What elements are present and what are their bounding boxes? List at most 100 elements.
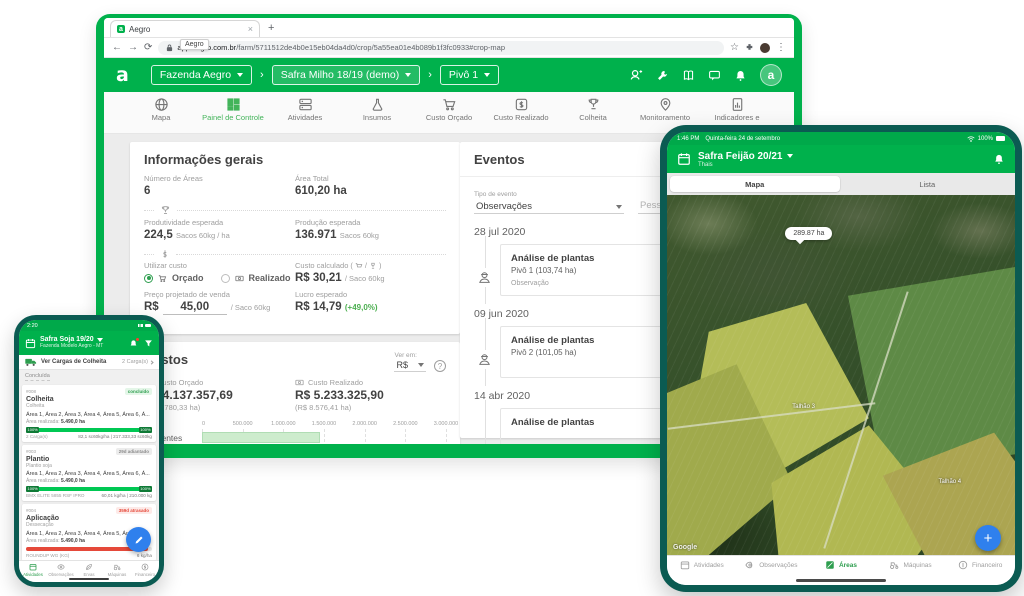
agronomist-icon xyxy=(477,350,492,369)
phone-status-bar: 2:20 xyxy=(19,320,159,331)
radio-realizado[interactable] xyxy=(221,274,230,283)
notifications-bell-icon[interactable] xyxy=(129,339,138,348)
browser-tab[interactable]: a Aegro × xyxy=(110,20,260,37)
activity-subtitle: Plantio soja xyxy=(26,463,152,469)
satellite-map[interactable]: 289.87 ha Talhão 3 Talhão 4 Google + xyxy=(667,195,1015,555)
radio-orcado-label[interactable]: Orçado xyxy=(172,273,204,283)
caret-down-icon xyxy=(418,363,424,367)
num-areas-value: 6 xyxy=(144,185,295,197)
chevron-right-icon: › xyxy=(260,69,264,81)
notifications-bell-icon[interactable] xyxy=(734,69,747,82)
home-indicator xyxy=(796,579,886,583)
tab-atividades[interactable]: Atividades xyxy=(273,97,337,133)
caret-down-icon xyxy=(405,73,411,77)
trophy-icon xyxy=(160,205,171,216)
tab-close-icon[interactable]: × xyxy=(248,25,253,34)
realized-cost-value: R$ 5.233.325,90 xyxy=(295,388,446,402)
calc-cost-label: Custo calculado ( / ) xyxy=(295,261,446,270)
reload-icon[interactable]: ⟳ xyxy=(144,43,152,53)
battery-icon xyxy=(145,324,151,327)
radio-orcado[interactable] xyxy=(144,274,153,283)
area-bubble[interactable]: 289.87 ha xyxy=(785,227,832,240)
eye-icon xyxy=(745,560,755,570)
axis-tick: 2.000.000 xyxy=(352,421,376,427)
radio-realizado-label[interactable]: Realizado xyxy=(249,273,291,283)
calendar-icon[interactable] xyxy=(677,152,691,166)
tab-custo-realizado[interactable]: Custo Realizado xyxy=(489,97,553,133)
dollar-circle-icon xyxy=(141,563,149,571)
tablet-tab-areas[interactable]: Áreas xyxy=(806,560,876,570)
browser-profile-avatar[interactable] xyxy=(760,43,770,53)
status-filter-row: Concluída xyxy=(19,370,159,383)
tab-insumos[interactable]: Insumos xyxy=(345,97,409,133)
segment-mapa[interactable]: Mapa xyxy=(670,176,840,192)
price-input[interactable] xyxy=(163,301,227,315)
forward-icon[interactable]: → xyxy=(128,43,138,53)
activity-footer-right: 82,1 sc60kg/ha | 217.333,33 sc60kg xyxy=(78,434,152,439)
guide-book-icon[interactable] xyxy=(682,69,695,82)
wifi-icon xyxy=(967,136,975,142)
total-area-label: Área Total xyxy=(295,174,446,183)
activity-card-plantio[interactable]: #00329d adiantado Plantio Plantio soja Á… xyxy=(22,445,156,502)
phone-tab-maquinas[interactable]: Máquinas xyxy=(103,563,131,577)
caret-down-icon xyxy=(237,73,243,77)
event-type-select[interactable]: Tipo de evento Observações xyxy=(474,191,624,214)
tablet-tab-atividades[interactable]: Atividades xyxy=(667,560,737,570)
status-badge: 359d atrasado xyxy=(116,507,152,514)
tab-mapa[interactable]: Mapa xyxy=(129,97,193,133)
segment-lista[interactable]: Lista xyxy=(843,176,1013,192)
phone-tab-atividades[interactable]: Atividades xyxy=(19,563,47,577)
chat-icon[interactable] xyxy=(708,69,721,82)
tablet-tab-maquinas[interactable]: Máquinas xyxy=(876,560,946,570)
chart-plot-area: 0 500.000 1.000.000 1.500.000 2.000.000 … xyxy=(202,421,446,444)
tablet-tab-financeiro[interactable]: Financeiro xyxy=(945,560,1015,570)
help-icon[interactable]: ? xyxy=(434,360,446,372)
filter-icon[interactable] xyxy=(144,339,153,348)
productivity-label: Produtividade esperada xyxy=(144,218,295,227)
edit-fab[interactable] xyxy=(126,527,151,552)
calc-cost-value: R$ 30,21 / Saco 60kg xyxy=(295,272,446,284)
status-badge: concluído xyxy=(125,388,152,395)
truck-icon xyxy=(25,358,37,367)
harvest-loads-row[interactable]: Ver Cargas de Colheita 2 Carga(s) xyxy=(19,355,159,370)
add-fab[interactable]: + xyxy=(975,525,1001,551)
breadcrumb-farm-select[interactable]: Fazenda Aegro xyxy=(151,65,252,85)
breadcrumb-field-select[interactable]: Pivô 1 xyxy=(440,65,499,85)
phone-tab-financeiro[interactable]: Financeiro xyxy=(131,563,159,577)
realized-cost-label: Custo Realizado xyxy=(295,378,446,387)
phone-tab-bar: Atividades Observações Ervas Máquinas Fi… xyxy=(19,560,159,582)
browser-menu-icon[interactable]: ⋮ xyxy=(776,43,786,53)
phone-tab-ervas[interactable]: Ervas xyxy=(75,563,103,577)
activity-card-colheita[interactable]: #008concluído Colheita Colheita Área 1, … xyxy=(22,385,156,442)
activity-areas: Área 1, Área 2, Área 3, Área 4, Área 5, … xyxy=(26,471,152,477)
new-tab-button[interactable]: + xyxy=(268,20,274,37)
tab-painel-de-controle[interactable]: Painel de Controle xyxy=(201,97,265,133)
tab-title: Aegro xyxy=(129,25,150,34)
filter-chip-concluida[interactable]: Concluída xyxy=(25,373,50,381)
productivity-value: 224,5 Sacos 60kg / ha xyxy=(144,229,295,241)
notifications-bell-icon[interactable] xyxy=(993,153,1005,165)
tools-wrench-icon[interactable] xyxy=(656,69,669,82)
currency-select[interactable]: R$ xyxy=(394,359,426,372)
extensions-icon[interactable] xyxy=(745,43,754,52)
phone-tab-observacoes[interactable]: Observações xyxy=(47,563,75,577)
back-icon[interactable]: ← xyxy=(112,43,122,53)
tablet-date: Quinta-feira 24 de setembro xyxy=(705,136,780,142)
tractor-icon xyxy=(113,563,121,571)
invite-user-icon[interactable] xyxy=(629,68,643,82)
profile-avatar[interactable]: a xyxy=(760,64,782,86)
calendar-icon[interactable] xyxy=(25,338,36,349)
breadcrumb-crop-select[interactable]: Safra Milho 18/19 (demo) xyxy=(272,65,420,85)
budgeted-bar[interactable] xyxy=(202,432,320,443)
tablet-tab-observacoes[interactable]: Observações xyxy=(737,560,807,570)
tab-custo-orcado[interactable]: Custo Orçado xyxy=(417,97,481,133)
areas-field-icon xyxy=(825,560,835,570)
tablet-crop-select[interactable]: Safra Feijão 20/21 xyxy=(698,151,793,162)
price-label: Preço projetado de venda xyxy=(144,290,295,299)
url-bar[interactable]: app.aegro.com.br/farm/5711512de4b0e15eb0… xyxy=(158,41,724,55)
progress-bar: 100%100% xyxy=(26,487,152,491)
profit-label: Lucro esperado xyxy=(295,290,446,299)
aegro-logo[interactable]: a xyxy=(116,66,129,85)
bookmark-star-icon[interactable]: ☆ xyxy=(730,43,739,53)
tab-colheita[interactable]: Colheita xyxy=(561,97,625,133)
